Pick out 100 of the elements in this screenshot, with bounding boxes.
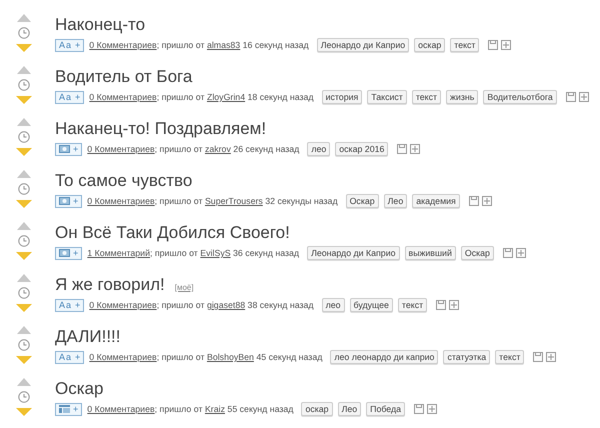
author-link[interactable]: zakrov bbox=[204, 144, 231, 154]
tag[interactable]: текст bbox=[450, 38, 480, 52]
save-icon[interactable] bbox=[414, 404, 424, 414]
post-meta: 0 Комментариев; пришло от SuperTrousers 32 секунды назад bbox=[87, 196, 338, 206]
add-button[interactable]: Aa + bbox=[55, 38, 84, 52]
post-title[interactable]: Наканец-то! Поздравляем! bbox=[55, 119, 266, 139]
tag[interactable]: оскар bbox=[301, 402, 333, 416]
downvote-icon[interactable] bbox=[16, 408, 32, 416]
post-meta: 0 Комментариев; пришло от Kraiz 55 секунд назад bbox=[87, 404, 294, 414]
expand-icon[interactable] bbox=[410, 144, 420, 154]
layout-icon bbox=[59, 405, 70, 413]
tag[interactable]: история bbox=[322, 90, 362, 104]
downvote-icon[interactable] bbox=[16, 44, 32, 52]
tag[interactable]: Оскар bbox=[346, 194, 379, 208]
expand-icon[interactable] bbox=[501, 40, 512, 50]
tag[interactable]: лео леонардо ди каприо bbox=[330, 350, 438, 364]
tag[interactable]: оскар bbox=[414, 38, 446, 52]
tag[interactable]: оскар 2016 bbox=[335, 142, 388, 156]
tag[interactable]: текст bbox=[398, 298, 428, 312]
expand-icon[interactable] bbox=[449, 300, 460, 310]
save-icon[interactable] bbox=[533, 352, 544, 362]
image-icon bbox=[59, 197, 70, 205]
comments-link[interactable]: 0 Комментариев bbox=[89, 40, 157, 50]
expand-icon[interactable] bbox=[482, 196, 492, 206]
mine-link[interactable]: [моё] bbox=[174, 283, 194, 292]
tag[interactable]: Победа bbox=[366, 402, 406, 416]
expand-icon[interactable] bbox=[546, 352, 556, 362]
add-button[interactable]: + bbox=[55, 246, 82, 260]
expand-icon[interactable] bbox=[578, 92, 589, 102]
tag[interactable]: Таксист bbox=[367, 90, 407, 104]
upvote-icon[interactable] bbox=[17, 14, 31, 22]
add-button[interactable]: Aa + bbox=[55, 298, 84, 312]
upvote-icon[interactable] bbox=[17, 274, 31, 282]
upvote-icon[interactable] bbox=[17, 170, 31, 178]
comments-link[interactable]: 0 Комментариев bbox=[89, 92, 157, 102]
downvote-icon[interactable] bbox=[16, 356, 32, 364]
save-icon[interactable] bbox=[566, 92, 576, 102]
post-title[interactable]: Я же говорил! bbox=[55, 275, 165, 295]
tag[interactable]: Водительотбога bbox=[483, 90, 557, 104]
tag[interactable]: будущее bbox=[350, 298, 393, 312]
save-icon[interactable] bbox=[436, 300, 446, 310]
add-button[interactable]: + bbox=[55, 142, 82, 156]
tag[interactable]: статуэтка bbox=[443, 350, 490, 364]
downvote-icon[interactable] bbox=[16, 304, 32, 312]
downvote-icon[interactable] bbox=[16, 200, 32, 208]
downvote-icon[interactable] bbox=[16, 252, 32, 260]
save-icon[interactable] bbox=[502, 248, 513, 258]
tag[interactable]: лео bbox=[322, 298, 344, 312]
expand-icon[interactable] bbox=[427, 404, 438, 414]
add-button[interactable]: + bbox=[55, 194, 82, 208]
author-link[interactable]: Kraiz bbox=[204, 404, 225, 414]
post-title[interactable]: ДАЛИ!!!! bbox=[55, 327, 120, 347]
add-button[interactable]: Aa + bbox=[55, 90, 84, 104]
tag[interactable]: Лео bbox=[384, 194, 408, 208]
post-title[interactable]: То самое чувство bbox=[55, 171, 192, 191]
comments-link[interactable]: 1 Комментарий bbox=[87, 248, 150, 258]
add-button[interactable]: + bbox=[55, 402, 82, 416]
clock-icon bbox=[18, 391, 30, 403]
author-link[interactable]: SuperTrousers bbox=[204, 196, 263, 206]
save-icon[interactable] bbox=[468, 196, 479, 206]
upvote-icon[interactable] bbox=[17, 378, 31, 386]
post-meta: 1 Комментарий; пришло от EvilSyS 36 секунд назад bbox=[87, 248, 300, 258]
tag[interactable]: академия bbox=[412, 194, 460, 208]
author-link[interactable]: gigaset88 bbox=[206, 300, 246, 310]
tag[interactable]: лео bbox=[307, 142, 330, 156]
save-icon[interactable] bbox=[397, 144, 408, 154]
downvote-icon[interactable] bbox=[16, 96, 32, 104]
expand-icon[interactable] bbox=[516, 248, 526, 258]
upvote-icon[interactable] bbox=[17, 66, 31, 74]
tag[interactable]: текст bbox=[495, 350, 524, 364]
tag[interactable]: Лео bbox=[338, 402, 362, 416]
tag[interactable]: текст bbox=[412, 90, 442, 104]
post-title[interactable]: Оскар bbox=[55, 379, 104, 399]
post-meta: 0 Комментариев; пришло от zakrov 26 секунд назад bbox=[87, 144, 300, 154]
clock-icon bbox=[18, 235, 30, 247]
save-icon[interactable] bbox=[488, 40, 498, 50]
author-link[interactable]: EvilSyS bbox=[200, 248, 231, 258]
tag[interactable]: жизнь bbox=[446, 90, 478, 104]
upvote-icon[interactable] bbox=[17, 118, 31, 126]
comments-link[interactable]: 0 Комментариев bbox=[89, 352, 157, 362]
author-link[interactable]: BolshoyBen bbox=[206, 352, 254, 362]
upvote-icon[interactable] bbox=[17, 222, 31, 230]
tag[interactable]: Леонардо ди Каприо bbox=[307, 246, 400, 260]
tag[interactable]: выживший bbox=[404, 246, 456, 260]
upvote-icon[interactable] bbox=[17, 326, 31, 334]
post-title[interactable]: Наконец-то bbox=[55, 15, 146, 35]
comments-link[interactable]: 0 Комментариев bbox=[87, 404, 155, 414]
comments-link[interactable]: 0 Комментариев bbox=[89, 300, 157, 310]
author-link[interactable]: almas83 bbox=[206, 40, 240, 50]
post-meta: 0 Комментариев; пришло от gigaset88 38 секунд назад bbox=[89, 300, 314, 310]
downvote-icon[interactable] bbox=[16, 148, 32, 156]
author-link[interactable]: ZloyGrin4 bbox=[206, 92, 246, 102]
clock-icon bbox=[18, 131, 30, 143]
post-title[interactable]: Водитель от Бога bbox=[55, 67, 192, 87]
tag[interactable]: Леонардо ди Каприо bbox=[316, 38, 410, 52]
post-title[interactable]: Он Всё Таки Добился Своего! bbox=[55, 223, 290, 243]
tag[interactable]: Оскар bbox=[460, 246, 494, 260]
comments-link[interactable]: 0 Комментариев bbox=[87, 196, 155, 206]
comments-link[interactable]: 0 Комментариев bbox=[87, 144, 155, 154]
add-button[interactable]: Aa + bbox=[55, 350, 84, 364]
